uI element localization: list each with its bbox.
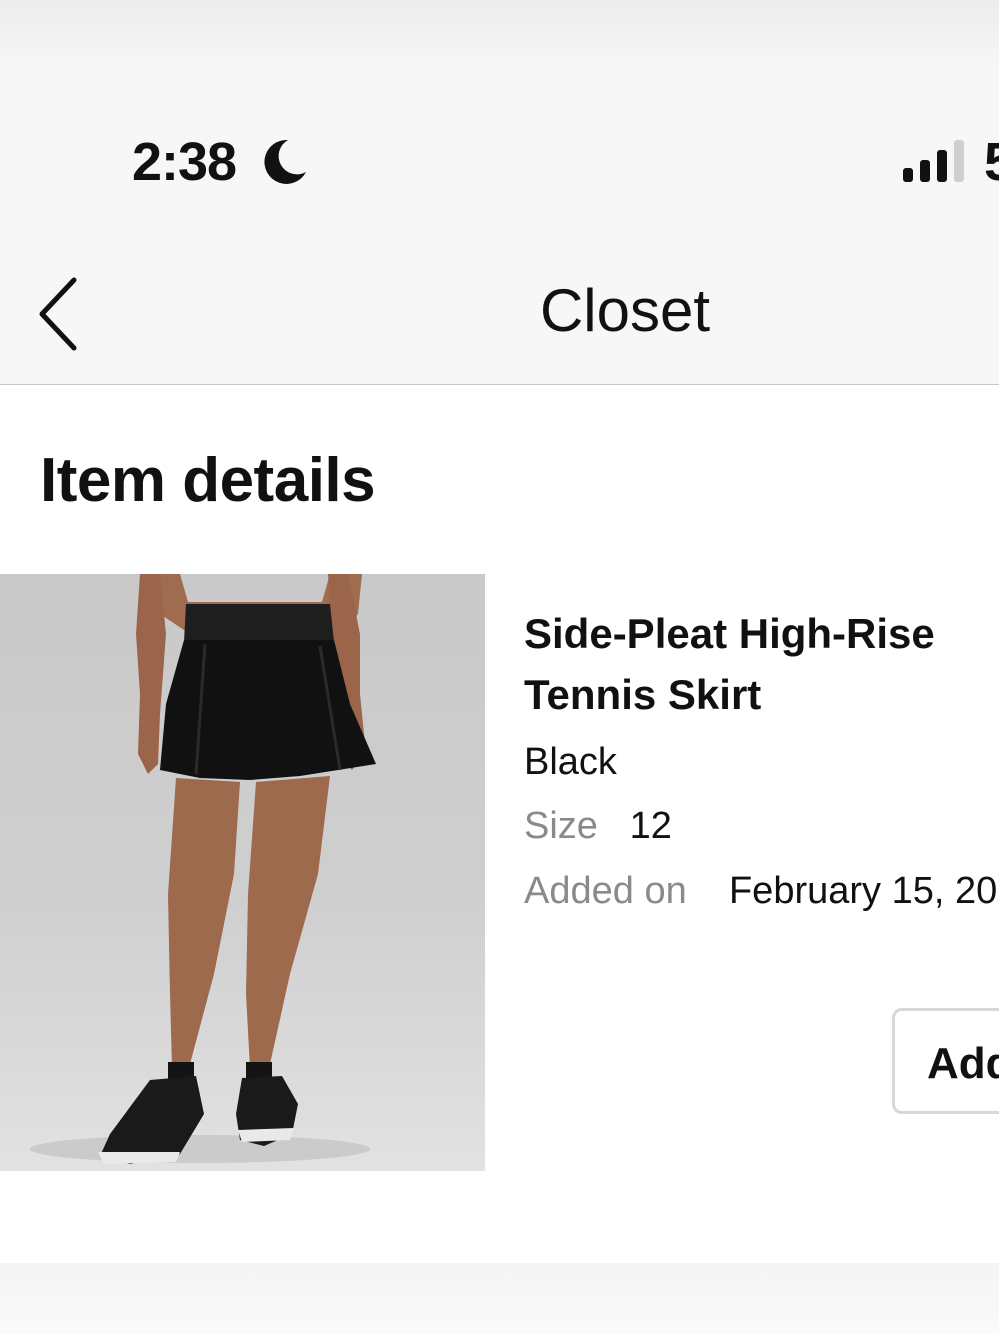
product-photo[interactable] bbox=[0, 574, 485, 1171]
added-label: Added on bbox=[524, 870, 687, 912]
battery-level: 5 bbox=[984, 130, 999, 194]
size-value: 12 bbox=[629, 805, 672, 847]
section-title: Item details bbox=[40, 446, 376, 515]
page-title: Closet bbox=[539, 277, 711, 344]
added-date: February 15, 2025 bbox=[728, 870, 999, 912]
item-name: Side-Pleat High-Rise Tennis Skirt bbox=[524, 610, 935, 718]
item-added-row: Added on February 15, 2025 bbox=[524, 868, 999, 914]
item-details-content: Item details Side-Pleat High-Rise Tennis… bbox=[0, 385, 999, 1263]
bottom-edge bbox=[0, 1263, 999, 1333]
cellular-signal-icon bbox=[903, 140, 964, 182]
moon-icon bbox=[264, 139, 306, 184]
add-button[interactable]: Add bbox=[892, 1008, 999, 1114]
item-size-row: Size 12 bbox=[524, 803, 672, 849]
skirt-model-illustration bbox=[30, 574, 376, 1164]
item-color: Black bbox=[524, 741, 617, 783]
size-label: Size bbox=[524, 805, 598, 847]
status-time: 2:38 bbox=[132, 132, 237, 192]
top-edge bbox=[0, 0, 999, 70]
navigation-bar: Closet bbox=[0, 250, 999, 385]
